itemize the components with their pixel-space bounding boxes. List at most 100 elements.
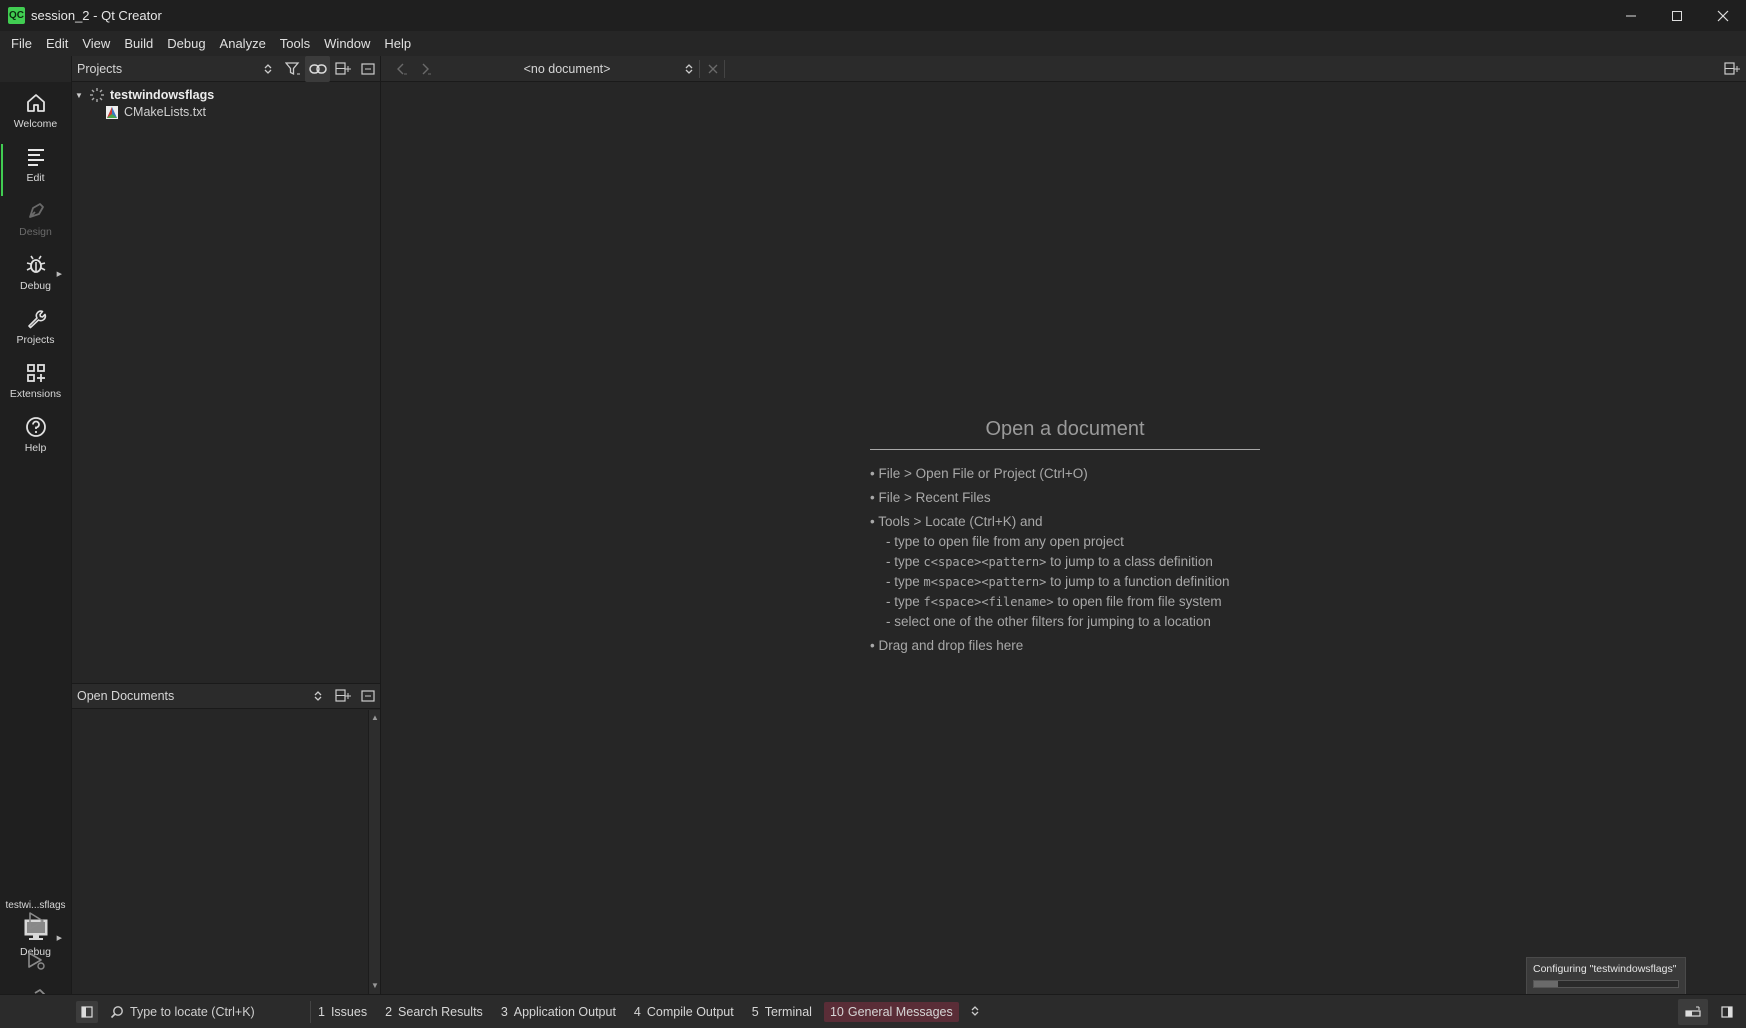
- mode-help[interactable]: Help: [0, 408, 71, 462]
- tree-item-file[interactable]: CMakeLists.txt: [105, 103, 206, 121]
- sync-with-editor-button[interactable]: [305, 55, 330, 82]
- run-icon: [28, 912, 44, 930]
- output-tab-search-results[interactable]: 2 Search Results: [379, 1002, 489, 1022]
- design-icon: [28, 203, 44, 218]
- mode-label: Debug: [20, 280, 51, 292]
- mode-sidebar: Welcome Edit Design Debug ▶ Projects Ext…: [0, 82, 71, 1008]
- hint-title: Open a document: [870, 418, 1260, 450]
- menu-analyze[interactable]: Analyze: [213, 31, 273, 56]
- menu-help[interactable]: Help: [377, 31, 418, 56]
- menu-debug[interactable]: Debug: [160, 31, 212, 56]
- output-tabs-overflow-button[interactable]: [965, 1002, 985, 1023]
- output-tab-compile-output[interactable]: 4 Compile Output: [628, 1002, 740, 1022]
- mode-design[interactable]: Design: [0, 192, 71, 246]
- output-tab-issues[interactable]: 1 Issues: [312, 1002, 373, 1022]
- run-button[interactable]: [0, 904, 71, 938]
- output-pane-tabs: 1 Issues 2 Search Results 3 Application Out…: [312, 995, 991, 1028]
- statusbar-divider: [310, 1001, 311, 1023]
- scroll-up-icon[interactable]: ▲: [370, 713, 380, 723]
- open-documents-toolbar: Open Documents: [72, 683, 380, 709]
- close-pane-button[interactable]: [355, 56, 380, 82]
- project-name: testwindowsflags: [110, 88, 215, 102]
- scroll-down-icon[interactable]: ▼: [370, 981, 380, 991]
- help-icon: [25, 417, 46, 437]
- close-button[interactable]: [1700, 0, 1746, 31]
- projects-view-selector[interactable]: Projects: [72, 62, 255, 76]
- filter-button[interactable]: [280, 56, 305, 82]
- mode-label: Extensions: [9, 388, 62, 400]
- loading-spinner-icon: [90, 88, 104, 102]
- mode-edit[interactable]: Edit: [0, 138, 71, 196]
- close-pane-icon: [360, 690, 375, 702]
- minimize-icon: [1626, 15, 1636, 16]
- mode-welcome[interactable]: Welcome: [0, 84, 71, 138]
- split-pane-button[interactable]: [330, 683, 355, 709]
- output-tab-application-output[interactable]: 3 Application Output: [495, 1002, 622, 1022]
- close-document-button[interactable]: [700, 56, 725, 82]
- view-selector-chevron[interactable]: [255, 56, 280, 82]
- menu-view[interactable]: View: [75, 31, 117, 56]
- toggle-right-sidebar-button[interactable]: [1712, 999, 1742, 1025]
- go-back-button[interactable]: [389, 56, 414, 82]
- view-selector-chevron[interactable]: [305, 683, 330, 709]
- menu-edit[interactable]: Edit: [39, 31, 75, 56]
- wrench-icon: [27, 310, 46, 329]
- locator[interactable]: [110, 1000, 306, 1024]
- split-add-icon: [1723, 62, 1740, 75]
- progress-bar-fill: [1534, 981, 1559, 987]
- toggle-progress-details-button[interactable]: [1678, 999, 1708, 1025]
- open-documents-scrollbar[interactable]: ▲ ▼: [368, 710, 380, 994]
- expand-arrow-icon[interactable]: ▼: [75, 91, 87, 100]
- debug-run-icon: [27, 952, 45, 970]
- open-documents-view-selector[interactable]: Open Documents: [72, 689, 305, 703]
- qt-creator-logo-icon: QC: [8, 7, 25, 24]
- mode-debug[interactable]: Debug ▶: [0, 246, 71, 300]
- menu-file[interactable]: File: [4, 31, 39, 56]
- hint-subline: - type m<space><pattern> to jump to a fu…: [886, 574, 1230, 589]
- sidebar-toggle-icon: [81, 1006, 93, 1018]
- bug-icon: [26, 255, 45, 273]
- split-editor-button[interactable]: [1719, 56, 1744, 82]
- close-pane-icon: [360, 62, 375, 75]
- up-down-chevron-icon: [264, 63, 271, 74]
- menu-build[interactable]: Build: [117, 31, 160, 56]
- output-tab-general-messages[interactable]: 10 General Messages: [823, 1002, 959, 1022]
- split-add-icon: [334, 61, 351, 75]
- back-arrow-icon: [396, 63, 407, 75]
- search-icon: [110, 1006, 123, 1019]
- filter-icon: [284, 61, 300, 75]
- output-tab-terminal[interactable]: 5 Terminal: [746, 1002, 818, 1022]
- minimize-button[interactable]: [1608, 0, 1654, 31]
- hint-line: • Drag and drop files here: [870, 638, 1024, 653]
- hint-subline: - type f<space><filename> to open file f…: [886, 594, 1222, 609]
- toolbar-divider: [724, 60, 725, 78]
- debug-run-button[interactable]: [0, 944, 71, 978]
- split-add-icon: [334, 689, 351, 702]
- go-forward-button[interactable]: [413, 56, 438, 82]
- open-document-hint: Open a document • File > Open File or Pr…: [870, 418, 1260, 656]
- progress-popup[interactable]: Configuring "testwindowsflags": [1526, 957, 1686, 997]
- locator-input[interactable]: [130, 1005, 300, 1019]
- status-bar: 1Issues 2Search Results 3Application Out…: [0, 994, 1746, 1028]
- close-pane-button[interactable]: [355, 683, 380, 709]
- projects-toolbar: Projects: [72, 55, 380, 82]
- mode-projects[interactable]: Projects: [0, 300, 71, 354]
- progress-bar: [1533, 980, 1679, 988]
- progress-label: Configuring "testwindowsflags": [1533, 963, 1677, 975]
- open-documents-list[interactable]: [72, 710, 368, 994]
- hint-line: • File > Recent Files: [870, 490, 991, 505]
- extensions-icon: [26, 364, 45, 382]
- document-selector[interactable]: <no document>: [449, 56, 697, 82]
- menu-tools[interactable]: Tools: [273, 31, 317, 56]
- toggle-left-sidebar-button[interactable]: [76, 1001, 98, 1023]
- split-pane-button[interactable]: [330, 56, 355, 82]
- mode-label: Edit: [26, 172, 45, 184]
- tree-item-project[interactable]: ▼ testwindowsflags: [75, 86, 214, 104]
- menu-window[interactable]: Window: [317, 31, 377, 56]
- progress-details-icon: [1685, 1006, 1701, 1017]
- maximize-button[interactable]: [1654, 0, 1700, 31]
- mode-extensions[interactable]: Extensions: [0, 354, 71, 408]
- document-selector-label: <no document>: [523, 62, 611, 76]
- close-icon: [1717, 10, 1729, 21]
- projects-tree: ▼ testwindowsflags CMakeLists.txt: [72, 83, 380, 680]
